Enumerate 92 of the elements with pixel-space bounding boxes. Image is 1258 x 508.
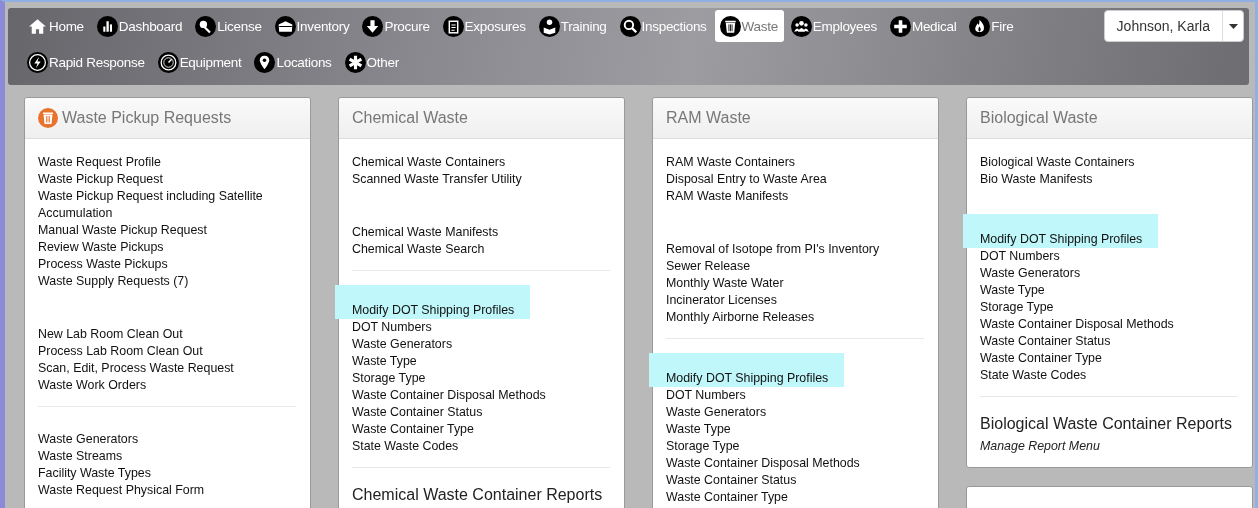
menu-link[interactable]: Waste Generators (352, 336, 453, 353)
menu-link[interactable]: Waste Supply Requests (7) (38, 273, 189, 290)
menu-link[interactable]: Modify DOT Shipping Profiles (963, 214, 1159, 248)
menu-link[interactable]: Waste Work Orders (38, 377, 147, 394)
reader-icon (538, 15, 560, 37)
panel-title: Chemical Waste (352, 109, 468, 127)
flame-icon (969, 15, 991, 37)
menu-link[interactable]: Waste Container Status (980, 333, 1111, 350)
menu-link[interactable]: Bio Waste Manifests (980, 171, 1093, 188)
menu-link[interactable]: Waste Container Disposal Methods (666, 455, 860, 472)
nav-tab[interactable]: Procure (357, 10, 436, 42)
menu-link[interactable]: Waste Container Status (352, 404, 483, 421)
menu-link[interactable]: Review Waste Pickups (38, 239, 164, 256)
menu-link[interactable]: Incinerator Licenses (666, 292, 777, 309)
menu-link[interactable]: Storage Type (666, 438, 740, 455)
menu-link[interactable]: Waste Container Status (666, 472, 797, 489)
menu-link[interactable]: Waste Type (666, 421, 731, 438)
lightning-icon (27, 51, 48, 73)
nav-tab[interactable]: Locations (249, 46, 338, 78)
menu-link[interactable]: DOT Numbers (666, 387, 746, 404)
menu-link[interactable]: Biological Waste Containers (980, 154, 1135, 171)
menu-link[interactable]: Waste Generators (980, 265, 1081, 282)
nav-tab[interactable]: Inventory (269, 10, 356, 42)
menu-link[interactable]: Storage Type (980, 299, 1054, 316)
nav-tab[interactable]: License (190, 10, 268, 42)
menu-link[interactable]: Removal of Isotope from PI's Inventory (666, 241, 880, 258)
menu-link[interactable]: Waste Pickup Request (38, 171, 163, 188)
menu-link[interactable]: Waste Container Disposal Methods (352, 387, 546, 404)
menu-link[interactable]: Scanned Waste Transfer Utility (352, 171, 522, 188)
menu-link[interactable]: Storage Type (352, 370, 426, 387)
bar-chart-icon (96, 15, 118, 37)
nav-tab[interactable]: Rapid Response (22, 46, 151, 78)
menu-link[interactable]: Process Waste Pickups (38, 256, 168, 273)
panel-title: Biological Waste (980, 109, 1098, 127)
section-heading: Biological Waste Container Reports (980, 415, 1233, 433)
menu-link[interactable]: DOT Numbers (980, 248, 1060, 265)
menu-link[interactable]: Waste Container Type (352, 421, 474, 438)
menu-link[interactable]: Chemical Waste Manifests (352, 224, 499, 241)
box-icon (274, 15, 296, 37)
menu-link[interactable]: Waste Request Physical Form (38, 482, 205, 499)
location-pin-icon (254, 51, 276, 73)
menu-link[interactable]: Facility Waste Types (38, 465, 151, 482)
menu-link[interactable]: Modify DOT Shipping Profiles (649, 353, 845, 387)
menu-link[interactable]: State Waste Codes (980, 367, 1087, 384)
report-menu-link[interactable]: Manage Report Menu (980, 439, 1238, 453)
nav-tab[interactable]: Fire (964, 10, 1020, 42)
menu-link[interactable]: Disposal Entry to Waste Area (666, 171, 827, 188)
asterisk-icon (344, 51, 366, 73)
menu-link[interactable]: RAM Waste Manifests (666, 188, 789, 205)
menu-link[interactable]: Waste Type (980, 282, 1045, 299)
menu-link[interactable]: Waste Request Profile (38, 154, 161, 171)
menu-link[interactable]: Chemical Waste Search (352, 241, 485, 258)
menu-link[interactable]: Scan, Edit, Process Waste Request (38, 360, 234, 377)
user-name-button[interactable]: Johnson, Karla (1104, 11, 1223, 41)
menu-link[interactable]: Waste Type (352, 353, 417, 370)
panel-title: Waste Pickup Requests (62, 109, 232, 127)
menu-link[interactable]: Waste Streams (38, 448, 123, 465)
trash-icon (719, 15, 741, 37)
trash-icon (38, 108, 58, 128)
menu-link[interactable]: New Lab Room Clean Out (38, 326, 183, 343)
user-dropdown[interactable]: Johnson, Karla (1103, 10, 1244, 42)
section-heading: Chemical Waste Container Reports (352, 486, 604, 504)
menu-link[interactable]: Waste Container Disposal Methods (980, 316, 1174, 333)
menu-link[interactable]: RAM Waste Containers (666, 154, 795, 171)
menu-link[interactable]: Chemical Waste Containers (352, 154, 506, 171)
nav-tab[interactable]: Home (22, 10, 90, 42)
menu-link[interactable]: Monthly Waste Water (666, 275, 784, 292)
caret-icon (1228, 23, 1238, 29)
menu-link[interactable]: State Waste Codes (352, 438, 459, 455)
people-icon (790, 15, 812, 37)
menu-link[interactable]: Monthly Airborne Releases (666, 309, 815, 326)
menu-link[interactable]: Process Lab Room Clean Out (38, 343, 203, 360)
plus-icon (889, 15, 911, 37)
nav-tab[interactable]: Other (339, 46, 405, 78)
nav-tab[interactable]: Equipment (152, 46, 248, 78)
panel-title: RAM Waste (666, 109, 751, 127)
nav-tab[interactable]: Dashboard (91, 10, 189, 42)
menu-link[interactable]: Sewer Release (666, 258, 751, 275)
clipboard-icon (442, 15, 464, 37)
key-icon (195, 15, 217, 37)
search-icon (619, 15, 641, 37)
menu-link[interactable]: Waste Generators (666, 404, 767, 421)
menu-link[interactable]: Waste Pickup Request including Satellite Accumulation (38, 188, 296, 222)
gauge-icon (157, 51, 179, 73)
menu-link[interactable]: Waste Container Type (980, 350, 1102, 367)
menu-link[interactable]: Manual Waste Pickup Request (38, 222, 207, 239)
menu-link[interactable]: Waste Generators (38, 431, 139, 448)
menu-link[interactable]: DOT Numbers (352, 319, 432, 336)
menu-link[interactable]: Modify DOT Shipping Profiles (335, 285, 531, 319)
nav-tab[interactable]: Waste (714, 10, 784, 42)
nav-tab[interactable]: Medical (884, 10, 963, 42)
menu-link[interactable]: Waste Container Type (666, 489, 788, 506)
